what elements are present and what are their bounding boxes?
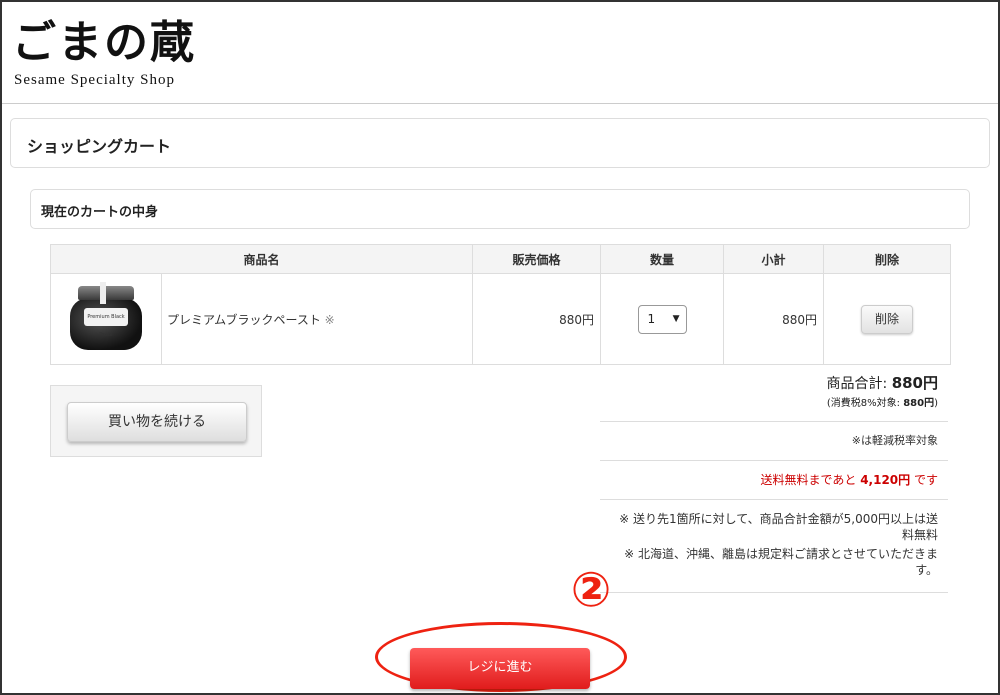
- jar-label: Premium Black Paste: [84, 307, 128, 338]
- shipping-note-2: ※ 北海道、沖縄、離島は規定料ご請求とさせていただきます。: [624, 547, 938, 577]
- cart-table: 商品名 販売価格 数量 小計 削除 Premium Black Paste プレ…: [49, 244, 952, 365]
- column-header-subtotal: 小計: [723, 244, 825, 274]
- product-name-cell: プレミアムブラックペースト ※: [160, 273, 474, 365]
- section-title-panel: 現在のカートの中身: [30, 189, 970, 229]
- summary-divider: [600, 592, 948, 593]
- delete-button[interactable]: 削除: [861, 304, 914, 334]
- tax-prefix: (消費税8%対象:: [826, 398, 901, 409]
- logo-japanese-text: ごまの蔵: [12, 17, 196, 68]
- free-shipping-amount: 4,120円: [860, 473, 911, 487]
- page-title-panel: ショッピングカート: [10, 118, 990, 168]
- free-shipping-remaining: 送料無料まであと 4,120円 です: [760, 471, 938, 488]
- product-name-link[interactable]: プレミアムブラックペースト: [167, 313, 321, 327]
- free-shipping-prefix: 送料無料まであと: [760, 473, 857, 487]
- section-title: 現在のカートの中身: [41, 205, 159, 220]
- order-total: 商品合計: 880円: [827, 372, 938, 393]
- product-image-cell: Premium Black Paste: [50, 273, 162, 365]
- quantity-select[interactable]: 1 ▼: [637, 304, 687, 334]
- quantity-cell: 1 ▼: [600, 273, 725, 365]
- logo-english-text: Sesame Specialty Shop: [14, 72, 175, 88]
- page-title: ショッピングカート: [27, 137, 172, 156]
- continue-shopping-area: 買い物を続ける: [50, 385, 262, 457]
- column-header-delete: 削除: [823, 244, 952, 274]
- reduced-tax-note: ※は軽減税率対象: [851, 434, 938, 447]
- total-value: 880円: [891, 374, 938, 392]
- shipping-note-1: ※ 送り先1箇所に対して、商品合計金額が5,000円以上は送料無料: [619, 512, 938, 542]
- delete-cell: 削除: [823, 273, 952, 365]
- checkout-button[interactable]: レジに進む: [410, 648, 590, 689]
- dropdown-arrow-icon: ▼: [672, 313, 680, 324]
- column-header-quantity: 数量: [600, 244, 725, 274]
- jar-lid-shape: [78, 285, 134, 300]
- tax-suffix: ): [934, 398, 938, 409]
- tax-breakdown: (消費税8%対象: 880円): [827, 394, 938, 409]
- free-shipping-suffix: です: [913, 473, 938, 487]
- product-image[interactable]: Premium Black Paste: [66, 281, 146, 354]
- column-header-product: 商品名: [49, 244, 474, 274]
- table-row: Premium Black Paste プレミアムブラックペースト ※ 880円…: [50, 273, 952, 365]
- table-header-row: 商品名 販売価格 数量 小計 削除: [49, 244, 952, 274]
- annotation-step-marker: ②: [570, 562, 612, 618]
- quantity-value: 1: [647, 311, 656, 326]
- jar-body-shape: Premium Black Paste: [70, 297, 142, 350]
- shop-logo[interactable]: ごまの蔵 Sesame Specialty Shop: [12, 2, 194, 94]
- summary-divider: [600, 499, 948, 500]
- continue-shopping-button[interactable]: 買い物を続ける: [67, 402, 247, 442]
- jar-band-shape: [100, 281, 106, 304]
- summary-divider: [600, 421, 948, 422]
- header-divider: [2, 103, 998, 104]
- total-label: 商品合計:: [826, 376, 888, 392]
- tax-value: 880円: [903, 398, 935, 409]
- column-header-price: 販売価格: [472, 244, 602, 274]
- product-subtotal: 880円: [723, 273, 825, 365]
- product-price: 880円: [472, 273, 602, 365]
- summary-divider: [600, 460, 948, 461]
- reduced-tax-mark: ※: [324, 312, 335, 327]
